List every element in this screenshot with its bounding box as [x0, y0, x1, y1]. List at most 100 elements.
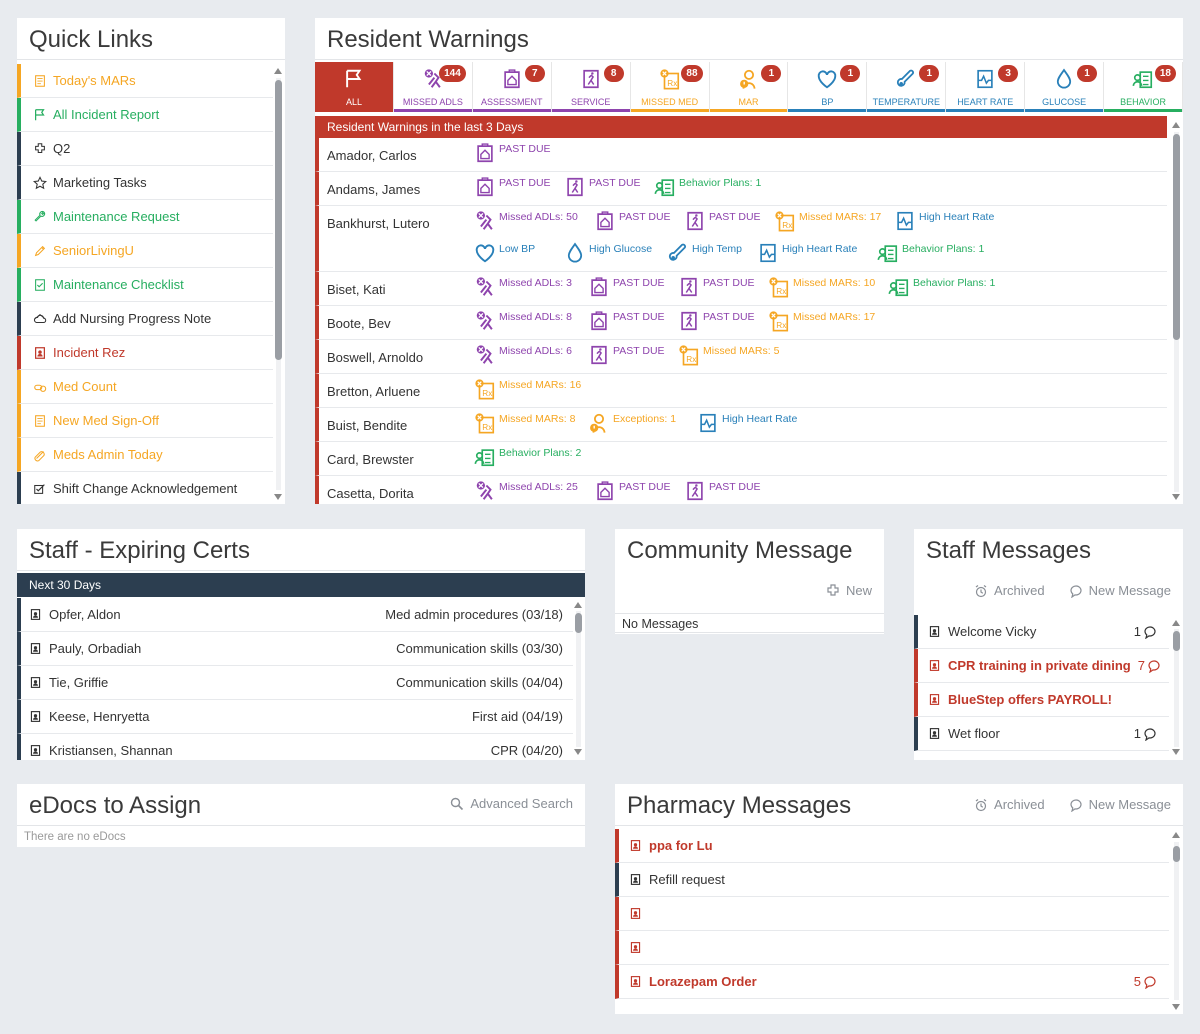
warning-item[interactable]: Exceptions: 1: [588, 412, 676, 434]
warning-item[interactable]: PAST DUE: [678, 310, 755, 332]
warnings-scrollbar[interactable]: [1171, 118, 1181, 504]
resident-row[interactable]: Card, Brewster Behavior Plans: 2: [315, 442, 1167, 476]
resident-row[interactable]: Amador, Carlos PAST DUE: [315, 138, 1167, 172]
warning-item[interactable]: Behavior Plans: 2: [474, 446, 581, 468]
warning-tab[interactable]: 144 MISSED ADLS: [393, 62, 473, 112]
warning-item[interactable]: Missed ADLs: 6: [474, 344, 572, 366]
warning-item[interactable]: PAST DUE: [684, 210, 761, 232]
warning-item[interactable]: PAST DUE: [588, 344, 665, 366]
wrench-icon: [33, 210, 47, 224]
certs-scrollbar[interactable]: [573, 599, 583, 760]
cert-row[interactable]: Tie, Griffie Communication skills (04/04): [17, 666, 573, 700]
quick-link-item[interactable]: New Med Sign-Off: [17, 404, 273, 438]
cert-row[interactable]: Kristiansen, Shannan CPR (04/20): [17, 734, 573, 760]
quick-link-item[interactable]: SeniorLivingU: [17, 234, 273, 268]
quick-link-item[interactable]: Maintenance Checklist: [17, 268, 273, 302]
warning-item[interactable]: Rx Missed MARs: 5: [678, 344, 779, 366]
message-row[interactable]: [615, 931, 1169, 965]
message-row[interactable]: CPR training in private dining 7: [914, 649, 1169, 683]
quick-link-item[interactable]: Q2: [17, 132, 273, 166]
message-row[interactable]: ppa for Lu: [615, 829, 1169, 863]
warning-item[interactable]: High Heart Rate: [894, 210, 994, 232]
assessment-icon: [594, 210, 616, 232]
warning-tab[interactable]: 1 MAR: [709, 62, 789, 112]
warning-item[interactable]: PAST DUE: [474, 176, 551, 198]
warning-tab[interactable]: 1 GLUCOSE: [1025, 62, 1105, 112]
staff-messages-scrollbar[interactable]: [1171, 617, 1181, 760]
quick-link-item[interactable]: Add Nursing Progress Note: [17, 302, 273, 336]
warning-item[interactable]: Missed ADLs: 3: [474, 276, 572, 298]
cert-row[interactable]: Keese, Henryetta First aid (04/19): [17, 700, 573, 734]
message-row[interactable]: Welcome Vicky 1: [914, 615, 1169, 649]
assessment-icon: [588, 276, 610, 298]
warning-item[interactable]: Rx Missed MARs: 16: [474, 378, 581, 400]
resident-row[interactable]: Casetta, Dorita Missed ADLs: 25 PAST DUE PA…: [315, 476, 1167, 504]
warning-item[interactable]: Rx Missed MARs: 8: [474, 412, 575, 434]
warning-tab[interactable]: 18 BEHAVIOR: [1104, 62, 1183, 112]
warning-item[interactable]: Missed ADLs: 25: [474, 480, 578, 502]
quick-link-item[interactable]: Meds Admin Today: [17, 438, 273, 472]
quick-link-item[interactable]: Maintenance Request: [17, 200, 273, 234]
new-community-message-button[interactable]: New: [826, 583, 872, 598]
warning-tab[interactable]: 7 ASSESSMENT: [472, 62, 552, 112]
message-row[interactable]: [615, 897, 1169, 931]
warning-item[interactable]: PAST DUE: [588, 310, 665, 332]
resident-row[interactable]: Buist, Bendite Rx Missed MARs: 8 Exceptions…: [315, 408, 1167, 442]
message-row[interactable]: Lorazepam Order 5: [615, 965, 1169, 999]
warning-item[interactable]: Missed ADLs: 8: [474, 310, 572, 332]
warning-item[interactable]: PAST DUE: [594, 210, 671, 232]
warning-tab[interactable]: ALL: [315, 62, 394, 112]
warning-item[interactable]: Behavior Plans: 1: [888, 276, 995, 298]
warning-item[interactable]: Behavior Plans: 1: [877, 242, 984, 264]
quick-link-item[interactable]: Med Count: [17, 370, 273, 404]
warning-item[interactable]: PAST DUE: [678, 276, 755, 298]
warning-item[interactable]: Rx Missed MARs: 17: [768, 310, 875, 332]
warning-item[interactable]: High Glucose: [564, 242, 652, 264]
quick-link-item[interactable]: All Incident Report: [17, 98, 273, 132]
message-row[interactable]: BlueStep offers PAYROLL!: [914, 683, 1169, 717]
quick-links-scrollbar[interactable]: [273, 64, 283, 504]
resident-row[interactable]: Boswell, Arnoldo Missed ADLs: 6 PAST DUE Rx…: [315, 340, 1167, 374]
warning-item[interactable]: Rx Missed MARs: 10: [768, 276, 875, 298]
warning-item[interactable]: Low BP: [474, 242, 535, 264]
warning-tab[interactable]: 1 TEMPERATURE: [867, 62, 947, 112]
warning-text: Missed MARs: 17: [799, 211, 882, 223]
quick-link-item[interactable]: Marketing Tasks: [17, 166, 273, 200]
quick-link-item[interactable]: Today's MARs: [17, 64, 273, 98]
quick-link-item[interactable]: Shift Change Acknowledgement: [17, 472, 273, 504]
new-message-button[interactable]: New Message: [1069, 583, 1171, 598]
warning-tab[interactable]: Rx 88 MISSED MED: [630, 62, 710, 112]
warning-item[interactable]: PAST DUE: [684, 480, 761, 502]
resident-row[interactable]: Andams, James PAST DUE PAST DUE Behavior Pl…: [315, 172, 1167, 206]
pharmacy-new-message-button[interactable]: New Message: [1069, 797, 1171, 812]
warning-tab[interactable]: 1 BP: [788, 62, 868, 112]
warning-tab[interactable]: 8 SERVICE: [551, 62, 631, 112]
message-row[interactable]: Wet floor 1: [914, 717, 1169, 751]
warning-item[interactable]: PAST DUE: [474, 142, 551, 164]
warning-tab[interactable]: 3 HEART RATE: [946, 62, 1026, 112]
warning-item[interactable]: PAST DUE: [588, 276, 665, 298]
quick-link-item[interactable]: Incident Rez: [17, 336, 273, 370]
archived-button[interactable]: Archived: [974, 583, 1045, 598]
svg-text:Rx: Rx: [667, 79, 678, 88]
cert-row[interactable]: Pauly, Orbadiah Communication skills (03/…: [17, 632, 573, 666]
resident-row[interactable]: Boote, Bev Missed ADLs: 8 PAST DUE PAST DUE…: [315, 306, 1167, 340]
warning-item[interactable]: High Temp: [667, 242, 742, 264]
pharmacy-archived-button[interactable]: Archived: [974, 797, 1045, 812]
warning-item[interactable]: PAST DUE: [594, 480, 671, 502]
star-icon: [33, 175, 47, 190]
resident-row[interactable]: Bretton, Arluene Rx Missed MARs: 16: [315, 374, 1167, 408]
cert-row[interactable]: Opfer, Aldon Med admin procedures (03/18): [17, 598, 573, 632]
advanced-search-button[interactable]: Advanced Search: [450, 796, 573, 811]
warning-item[interactable]: Behavior Plans: 1: [654, 176, 761, 198]
warning-item[interactable]: Rx Missed MARs: 17: [774, 210, 881, 232]
warning-item[interactable]: Missed ADLs: 50: [474, 210, 578, 232]
pharmacy-scrollbar[interactable]: [1171, 828, 1181, 1014]
resident-row[interactable]: Bankhurst, Lutero Missed ADLs: 50 PAST DUE…: [315, 206, 1167, 272]
warning-item[interactable]: High Heart Rate: [757, 242, 857, 264]
resident-row[interactable]: Biset, Kati Missed ADLs: 3 PAST DUE PAST DU…: [315, 272, 1167, 306]
warning-item[interactable]: High Heart Rate: [697, 412, 797, 434]
warnings-list: Amador, Carlos PAST DUE Andams, James PAST …: [315, 138, 1167, 504]
warning-item[interactable]: PAST DUE: [564, 176, 641, 198]
message-row[interactable]: Refill request: [615, 863, 1169, 897]
